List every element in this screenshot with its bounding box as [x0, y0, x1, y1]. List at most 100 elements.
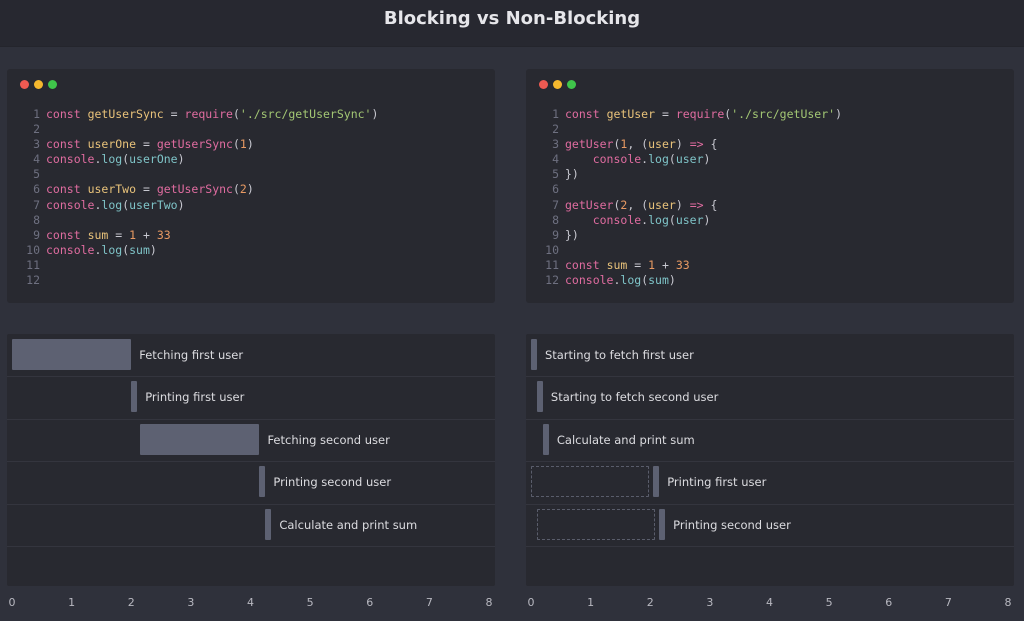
close-dot[interactable] — [20, 80, 29, 89]
task-label: Printing second user — [673, 517, 791, 532]
code-line: 6 — [540, 182, 842, 197]
code-line: 3 const userOne = getUserSync(1) — [21, 137, 378, 152]
code-token: user — [648, 137, 676, 152]
code-line: 11 — [21, 258, 378, 273]
task-label: Calculate and print sum — [556, 432, 695, 447]
row-divider — [526, 503, 1014, 505]
code-token: ( — [232, 182, 240, 197]
x-tick-label: 0 — [527, 596, 535, 609]
code-token: ) — [703, 152, 711, 167]
close-dot[interactable] — [539, 80, 548, 89]
code-token: + — [136, 227, 157, 242]
code-line: 4 console.log(userOne) — [21, 152, 378, 167]
x-tick-label: 4 — [247, 596, 254, 609]
code-token: log — [101, 197, 123, 212]
line-number: 3 — [33, 137, 40, 152]
code-token: const — [46, 107, 81, 121]
task-bar — [131, 381, 138, 413]
line-number: 7 — [33, 197, 40, 212]
row-divider — [526, 418, 1014, 420]
x-tick-label: 8 — [1004, 596, 1012, 609]
line-number: 1 — [33, 107, 40, 121]
code-token: userTwo — [129, 197, 178, 212]
task-bar — [542, 423, 549, 455]
code-token: getUser — [565, 197, 614, 212]
maximize-dot[interactable] — [567, 80, 576, 89]
code-token: sum — [606, 257, 628, 272]
code-line: 2 — [540, 122, 842, 137]
line-number: 6 — [552, 182, 559, 197]
code-token: './src/getUser' — [731, 107, 836, 121]
code-token: console — [592, 212, 642, 227]
code-line: 8 — [21, 213, 378, 228]
code-token: console — [46, 152, 95, 167]
code-token: sum — [129, 242, 150, 257]
line-number: 4 — [552, 152, 559, 167]
line-number: 7 — [552, 197, 559, 212]
code-token: getUser — [565, 137, 614, 152]
code-token: sum — [648, 273, 669, 288]
task-bar — [259, 466, 266, 498]
line-number: 5 — [33, 167, 40, 182]
code-token: ( — [232, 107, 240, 121]
row-divider — [7, 418, 495, 420]
code-line: 10 — [540, 243, 842, 258]
code-block: 1 const getUserSync = require('./src/getU… — [21, 107, 378, 288]
code-token: ) — [371, 107, 379, 121]
task-bar — [659, 508, 666, 540]
code-token: }) — [565, 227, 579, 242]
code-line: 6 const userTwo = getUserSync(2) — [21, 182, 378, 197]
task-label: Starting to fetch second user — [550, 390, 719, 405]
code-token: 1 — [239, 137, 247, 152]
code-line: 5}) — [540, 167, 842, 182]
line-number: 2 — [552, 122, 559, 137]
minimize-dot[interactable] — [34, 80, 43, 89]
task-bar — [653, 466, 660, 498]
waiting-marker — [536, 508, 656, 540]
code-line: 12 — [21, 273, 378, 288]
code-token: const — [565, 107, 600, 121]
x-tick-label: 0 — [8, 596, 16, 609]
x-tick-label: 5 — [306, 596, 314, 609]
blocking-code-window: 1 const getUserSync = require('./src/getU… — [7, 69, 495, 303]
code-token: require — [675, 107, 725, 121]
code-token: './src/getUserSync' — [239, 107, 372, 121]
x-tick-label: 5 — [825, 596, 833, 609]
code-token: user — [675, 212, 704, 227]
code-token: console — [592, 152, 642, 167]
line-number: 5 — [552, 167, 559, 182]
code-token: ) — [246, 182, 254, 197]
code-token: ) — [835, 107, 843, 121]
code-token: 33 — [156, 227, 171, 242]
code-line: 9 const sum = 1 + 33 — [21, 228, 378, 243]
task-label: Calculate and print sum — [279, 517, 418, 532]
code-token: userOne — [87, 137, 137, 152]
x-tick-label: 3 — [706, 596, 714, 609]
code-token: { — [703, 197, 718, 212]
line-number: 9 — [552, 227, 559, 242]
x-tick-label: 6 — [366, 596, 374, 609]
code-token: = — [163, 107, 185, 121]
code-token: const — [46, 182, 81, 197]
row-divider — [526, 546, 1014, 547]
code-token: ) — [675, 137, 690, 152]
code-token: 33 — [675, 257, 690, 272]
code-token: ( — [232, 137, 240, 152]
line-number: 4 — [33, 152, 40, 167]
code-line: 10 console.log(sum) — [21, 243, 378, 258]
line-number: 8 — [552, 212, 559, 227]
code-token: 2 — [239, 182, 247, 197]
code-line: 4 console.log(user) — [540, 152, 842, 167]
code-token: = — [108, 227, 130, 242]
code-token: userTwo — [87, 182, 137, 197]
task-bar — [140, 423, 260, 455]
code-token: userOne — [129, 152, 178, 167]
minimize-dot[interactable] — [553, 80, 562, 89]
code-token: getUserSync — [156, 137, 233, 152]
code-token: ) — [246, 137, 254, 152]
code-line: 12 console.log(sum) — [540, 273, 842, 288]
task-label: Fetching second user — [267, 432, 390, 447]
maximize-dot[interactable] — [48, 80, 57, 89]
